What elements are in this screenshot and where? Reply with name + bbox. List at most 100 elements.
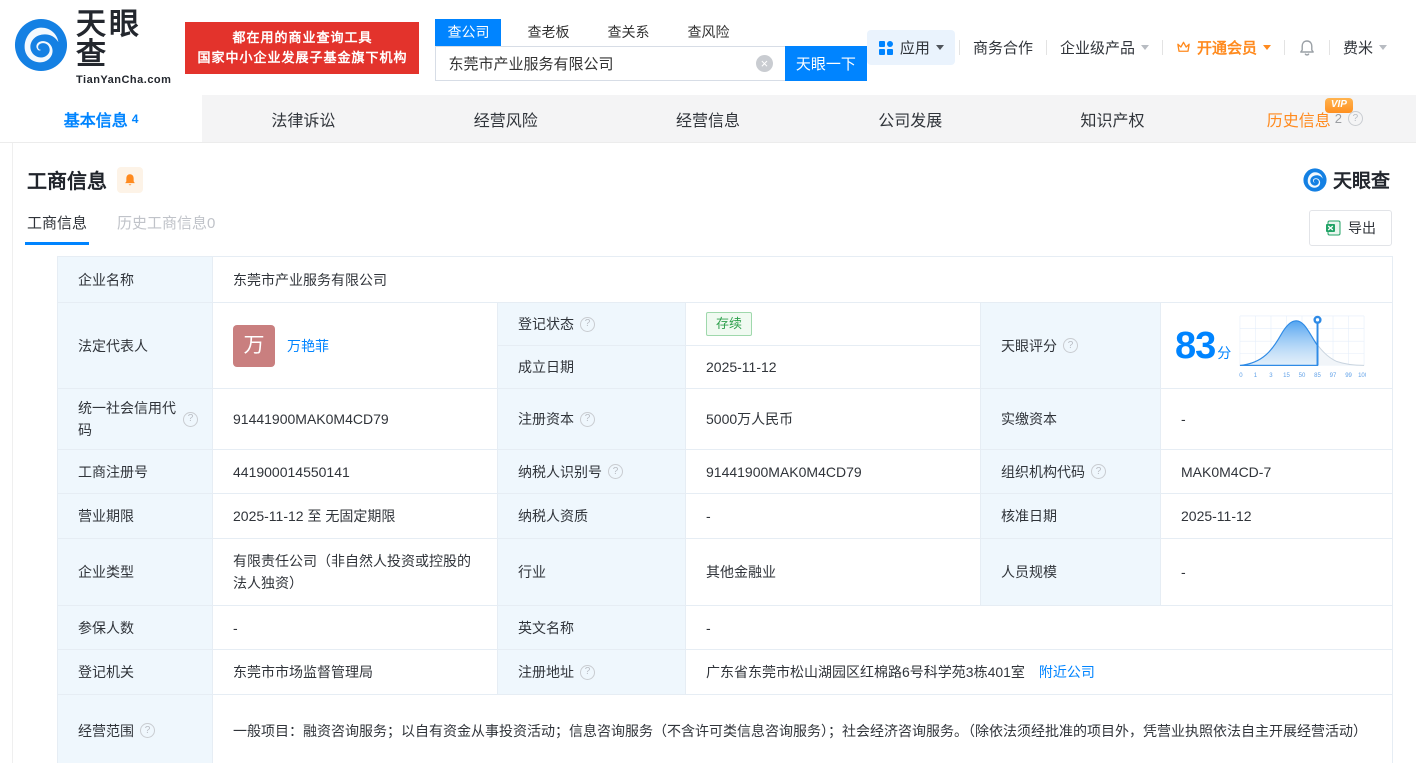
help-icon[interactable]: [1091, 464, 1106, 479]
score-number: 83 分: [1175, 324, 1231, 367]
field-value-taxpayer-id: 91441900MAK0M4CD79: [685, 449, 981, 494]
table-row: 工商注册号 441900014550141 纳税人识别号 91441900MAK…: [57, 449, 1394, 494]
search-tabs: 查公司 查老板 查关系 查风险: [435, 18, 866, 46]
search-tab-company[interactable]: 查公司: [435, 18, 502, 46]
nav-membership[interactable]: 开通会员: [1163, 37, 1284, 58]
field-value-business-term: 2025-11-12 至 无固定期限: [212, 493, 498, 539]
tab-count: 2: [1334, 111, 1342, 126]
field-label-taxpayer-id: 纳税人识别号: [497, 449, 686, 494]
field-label-business-term: 营业期限: [57, 493, 213, 539]
top-nav: 应用 商务合作 企业级产品 开通会员 费米: [866, 30, 1400, 65]
crown-icon: [1176, 40, 1191, 55]
tianyancha-logo[interactable]: 天眼查 TianYanCha.com: [14, 9, 172, 86]
svg-text:97: 97: [1330, 373, 1337, 379]
monitor-bell-icon[interactable]: [117, 166, 143, 193]
field-value-taxpayer-quality: -: [685, 493, 981, 539]
page-tabs: 基本信息 4 法律诉讼 经营风险 经营信息 公司发展 知识产权 VIP 历史信息…: [0, 95, 1416, 143]
search-button[interactable]: 天眼一下: [784, 45, 867, 81]
field-label-reg-status: 登记状态: [497, 302, 686, 346]
field-value-industry: 其他金融业: [685, 538, 981, 606]
field-label-reg-address: 注册地址: [497, 649, 686, 695]
export-button[interactable]: 导出: [1309, 210, 1392, 246]
field-value-approval-date: 2025-11-12: [1159, 493, 1394, 539]
field-label-credit-code: 统一社会信用代码: [57, 388, 213, 450]
business-info-table: 企业名称 东莞市产业服务有限公司 法定代表人 万 万艳菲 登记状态 存续 天眼评…: [57, 256, 1394, 763]
field-label-industry: 行业: [497, 538, 686, 606]
search-tab-boss[interactable]: 查老板: [515, 19, 581, 46]
nav-apps[interactable]: 应用: [866, 30, 955, 65]
svg-text:100: 100: [1358, 373, 1366, 379]
clear-icon[interactable]: [755, 54, 773, 72]
field-value-reg-status: 存续: [685, 302, 981, 346]
field-label-staff-size: 人员规模: [980, 538, 1161, 606]
tianyancha-logo-icon: [14, 18, 68, 77]
nav-enterprise[interactable]: 企业级产品: [1047, 37, 1162, 58]
tab-intellectual-property[interactable]: 知识产权: [1011, 95, 1213, 142]
help-icon[interactable]: [1347, 111, 1363, 126]
field-value-paid-capital: -: [1159, 388, 1394, 450]
legal-rep-link[interactable]: 万艳菲: [287, 335, 329, 357]
table-row: 企业类型 有限责任公司（非自然人投资或控股的法人独资） 行业 其他金融业 人员规…: [57, 538, 1394, 606]
excel-icon: [1326, 220, 1341, 236]
field-label-org-code: 组织机构代码: [980, 449, 1161, 494]
tianyancha-watermark: 天眼查: [1303, 166, 1390, 193]
table-row: 登记机关 东莞市市场监督管理局 注册地址 广东省东莞市松山湖园区红棉路6号科学苑…: [57, 649, 1394, 695]
field-label-approval-date: 核准日期: [980, 493, 1161, 539]
search-input[interactable]: [435, 45, 785, 81]
svg-text:99: 99: [1345, 373, 1352, 379]
help-icon[interactable]: [183, 411, 198, 427]
field-value-legal-rep: 万 万艳菲: [212, 302, 498, 389]
field-label-reg-authority: 登记机关: [57, 649, 213, 695]
field-label-legal-rep: 法定代表人: [57, 302, 213, 389]
nav-cooperation[interactable]: 商务合作: [960, 37, 1046, 58]
tab-company-development[interactable]: 公司发展: [809, 95, 1011, 142]
help-icon[interactable]: [1063, 338, 1078, 353]
svg-text:0: 0: [1240, 373, 1244, 379]
subtab-business-info[interactable]: 工商信息: [24, 212, 90, 245]
field-label-reg-capital: 注册资本: [497, 388, 686, 450]
help-icon[interactable]: [580, 316, 595, 332]
svg-text:3: 3: [1270, 373, 1274, 379]
legal-rep-avatar[interactable]: 万: [233, 324, 275, 367]
tab-history-info[interactable]: VIP 历史信息 2: [1214, 95, 1416, 142]
help-icon[interactable]: [140, 723, 155, 738]
table-row: 参保人数 - 英文名称 -: [57, 605, 1394, 650]
subtab-history-business-info[interactable]: 历史工商信息0: [117, 212, 215, 245]
table-row: 营业期限 2025-11-12 至 无固定期限 纳税人资质 - 核准日期 202…: [57, 493, 1394, 539]
notification-bell-icon[interactable]: [1285, 39, 1329, 57]
field-label-reg-number: 工商注册号: [57, 449, 213, 494]
tab-legal[interactable]: 法律诉讼: [202, 95, 404, 142]
field-label-company-type: 企业类型: [57, 538, 213, 606]
search-tab-risk[interactable]: 查风险: [675, 19, 741, 46]
nav-user[interactable]: 费米: [1330, 37, 1400, 58]
tab-count: 4: [131, 111, 139, 126]
field-value-company-type: 有限责任公司（非自然人投资或控股的法人独资）: [212, 538, 498, 606]
score-chart: 0 1 3 15 50 85 97 99 100: [1240, 315, 1366, 379]
field-value-score: 83 分 0 1 3 15 50 85 97 99 10: [1159, 302, 1394, 389]
help-icon[interactable]: [580, 411, 595, 427]
brand-domain: TianYanCha.com: [76, 73, 172, 86]
status-badge: 存续: [706, 312, 753, 336]
search-tab-relation[interactable]: 查关系: [595, 19, 661, 46]
field-label-taxpayer-quality: 纳税人资质: [497, 493, 686, 539]
field-value-english-name: -: [684, 605, 1394, 650]
field-value-reg-authority: 东莞市市场监督管理局: [212, 649, 498, 695]
field-value-reg-capital: 5000万人民币: [685, 388, 981, 450]
tab-operating-info[interactable]: 经营信息: [607, 95, 809, 142]
field-label-business-scope: 经营范围: [57, 694, 213, 763]
svg-text:50: 50: [1299, 373, 1306, 379]
tab-basic-info[interactable]: 基本信息 4: [0, 95, 203, 142]
help-icon[interactable]: [580, 664, 595, 680]
nearby-companies-link[interactable]: 附近公司: [1039, 664, 1095, 680]
field-value-insured-count: -: [212, 605, 498, 650]
field-value-credit-code: 91441900MAK0M4CD79: [212, 388, 498, 450]
field-value-est-date: 2025-11-12: [685, 345, 981, 389]
section-title: 工商信息: [27, 171, 107, 193]
field-value-reg-address: 广东省东莞市松山湖园区红棉路6号科学苑3栋401室 附近公司: [684, 649, 1394, 695]
field-label-company-name: 企业名称: [57, 256, 213, 303]
slogan-banner: 都在用的商业查询工具 国家中小企业发展子基金旗下机构: [185, 21, 420, 74]
tab-operating-risk[interactable]: 经营风险: [405, 95, 607, 142]
help-icon[interactable]: [608, 464, 623, 479]
field-value-company-name: 东莞市产业服务有限公司: [211, 256, 1394, 303]
main-content: 工商信息 天眼查 工商信息 历史工商信息0 导出 企业名称 东莞市产业服务有限公…: [0, 143, 1416, 763]
